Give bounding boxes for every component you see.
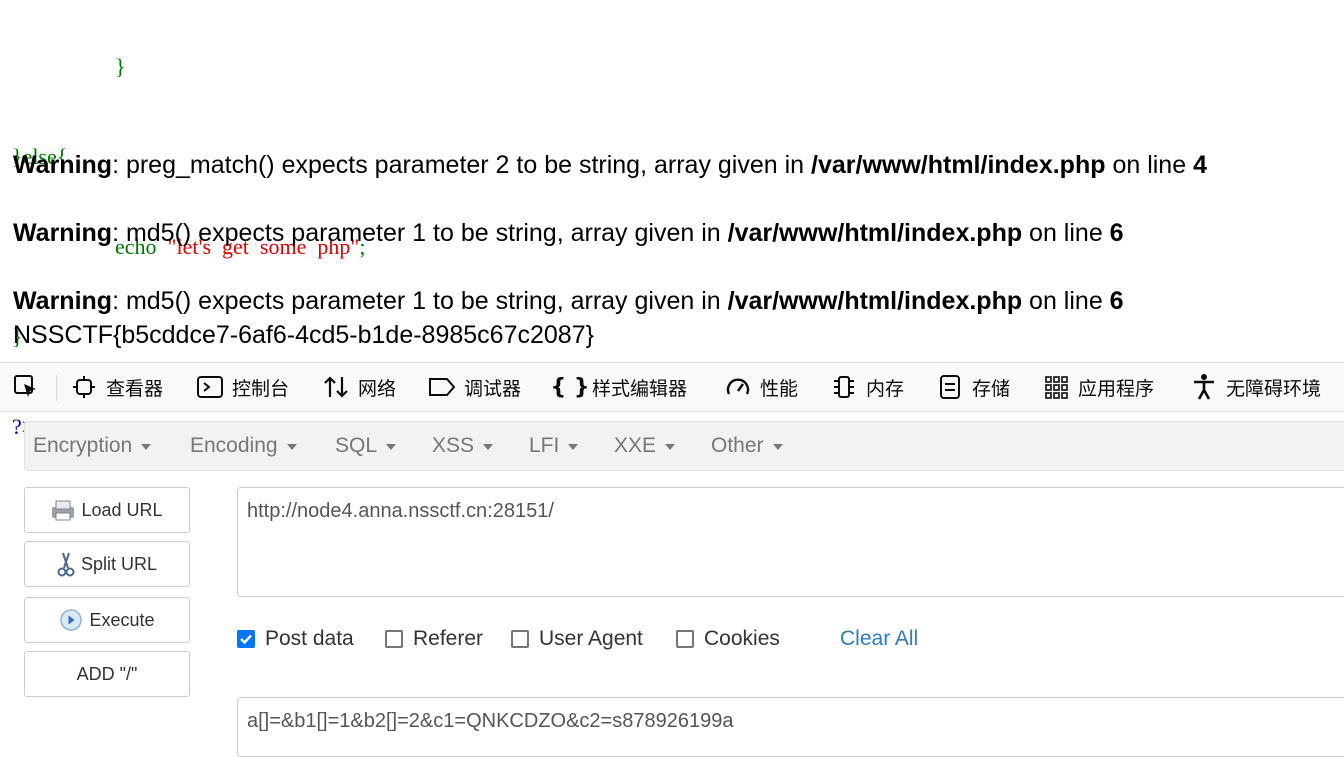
tab-memory[interactable]: 内存 <box>830 363 904 411</box>
cookies-checkbox[interactable]: Cookies <box>676 622 780 656</box>
network-icon <box>322 373 350 401</box>
caret-down-icon <box>772 444 783 450</box>
menu-lfi[interactable]: LFI <box>529 422 579 470</box>
menu-xss[interactable]: XSS <box>432 422 494 470</box>
checkbox-checked-icon <box>237 630 255 648</box>
menu-encryption[interactable]: Encryption <box>33 422 152 470</box>
hackbar-menu: Encryption Encoding SQL XSS LFI XXE Othe… <box>24 421 1344 471</box>
post-data-input[interactable]: a[]=&b1[]=1&b2[]=2&c1=QNKCDZO&c2=s878926… <box>237 697 1344 757</box>
menu-encoding[interactable]: Encoding <box>190 422 297 470</box>
tab-performance[interactable]: 性能 <box>724 363 798 411</box>
add-slash-button[interactable]: ADD "/" <box>24 651 190 697</box>
tab-application[interactable]: 应用程序 <box>1042 363 1154 411</box>
tab-network[interactable]: 网络 <box>322 363 396 411</box>
scissors-icon <box>57 551 75 577</box>
post-data-checkbox[interactable]: Post data <box>237 622 354 656</box>
clear-all-link[interactable]: Clear All <box>840 622 918 656</box>
application-icon <box>1042 373 1070 401</box>
tab-inspector[interactable]: 查看器 <box>70 363 163 411</box>
request-options: Post data Referer User Agent Cookies Cle… <box>237 622 1337 656</box>
caret-down-icon <box>141 444 152 450</box>
tab-console[interactable]: 控制台 <box>196 363 289 411</box>
caret-down-icon <box>665 444 676 450</box>
php-warning: Warning: preg_match() expects parameter … <box>13 151 1207 179</box>
menu-sql[interactable]: SQL <box>335 422 397 470</box>
load-url-button[interactable]: Load URL <box>24 487 190 533</box>
play-icon <box>59 608 83 632</box>
load-url-icon <box>51 499 75 521</box>
flag-output: NSSCTF{b5cddce7-6af6-4cd5-b1de-8985c67c2… <box>13 321 594 349</box>
caret-down-icon <box>483 444 494 450</box>
storage-icon <box>936 373 964 401</box>
code-line-brace: } <box>115 54 126 79</box>
toolbar-divider <box>56 375 57 401</box>
referer-checkbox[interactable]: Referer <box>385 622 483 656</box>
execute-button[interactable]: Execute <box>24 597 190 643</box>
user-agent-checkbox[interactable]: User Agent <box>511 622 643 656</box>
tab-debugger[interactable]: 调试器 <box>428 363 521 411</box>
menu-other[interactable]: Other <box>711 422 783 470</box>
php-warning: Warning: md5() expects parameter 1 to be… <box>13 219 1124 247</box>
element-picker-icon <box>12 373 40 401</box>
tab-storage[interactable]: 存储 <box>936 363 1010 411</box>
php-warning: Warning: md5() expects parameter 1 to be… <box>13 287 1124 315</box>
checkbox-icon <box>676 630 694 648</box>
tab-style-editor[interactable]: { } 样式编辑器 <box>550 363 688 411</box>
split-url-button[interactable]: Split URL <box>24 541 190 587</box>
accessibility-icon <box>1190 373 1218 401</box>
checkbox-icon <box>511 630 529 648</box>
caret-down-icon <box>386 444 397 450</box>
memory-icon <box>830 373 858 401</box>
debugger-icon <box>428 373 456 401</box>
menu-xxe[interactable]: XXE <box>614 422 676 470</box>
devtools-toolbar: 查看器 控制台 网络 调试器 { } 样式编辑器 性能 内存 存储 应用程序 无… <box>0 362 1344 412</box>
console-icon <box>196 373 224 401</box>
caret-down-icon <box>286 444 297 450</box>
caret-down-icon <box>568 444 579 450</box>
performance-icon <box>724 373 752 401</box>
tab-accessibility[interactable]: 无障碍环境 <box>1190 363 1321 411</box>
style-editor-icon: { } <box>550 374 590 400</box>
url-input[interactable]: http://node4.anna.nssctf.cn:28151/ <box>237 487 1344 597</box>
element-picker-button[interactable] <box>12 363 48 411</box>
checkbox-icon <box>385 630 403 648</box>
inspector-icon <box>70 373 98 401</box>
